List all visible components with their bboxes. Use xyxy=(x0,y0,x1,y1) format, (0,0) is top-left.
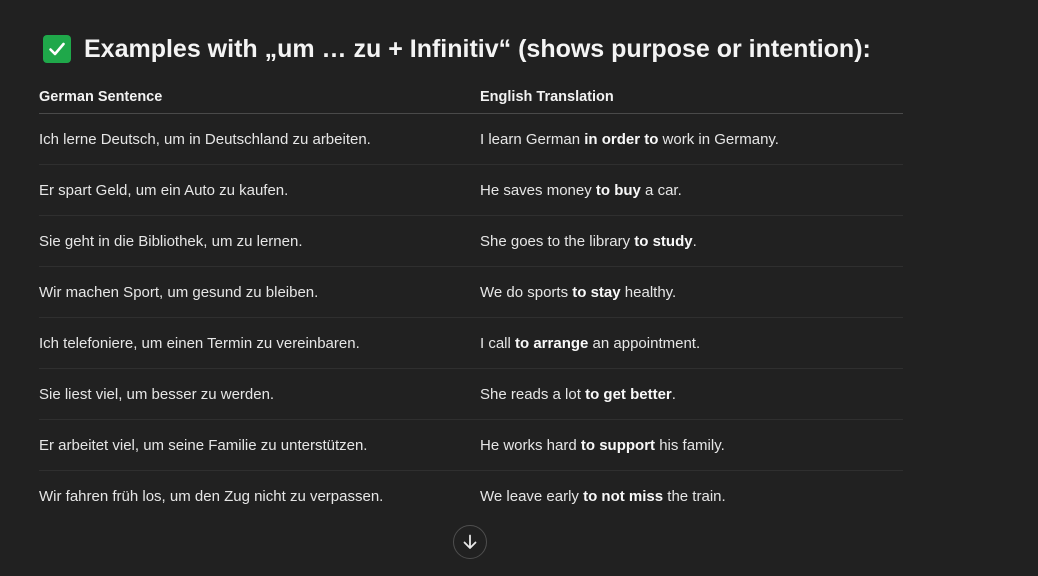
highlighted-phrase: to arrange xyxy=(515,334,589,352)
english-translation-cell: She reads a lot to get better. xyxy=(480,368,903,420)
scroll-down-button[interactable] xyxy=(453,525,487,559)
translation-text: I call xyxy=(480,334,516,352)
german-sentence-cell: Er spart Geld, um ein Auto zu kaufen. xyxy=(39,164,480,216)
translation-text: He saves money xyxy=(480,181,596,199)
highlighted-phrase: to not miss xyxy=(583,487,664,505)
translation-text: She goes to the library xyxy=(480,232,635,250)
translation-text: the train. xyxy=(663,487,726,505)
translation-text: a car. xyxy=(640,181,682,199)
english-translation-cell: I call to arrange an appointment. xyxy=(480,317,903,369)
highlighted-phrase: to stay xyxy=(572,283,621,301)
german-sentence-cell: Sie liest viel, um besser zu werden. xyxy=(39,368,480,420)
german-sentence-cell: Ich telefoniere, um einen Termin zu vere… xyxy=(39,317,480,369)
arrow-down-icon xyxy=(463,534,477,549)
chat-message-content: Examples with „um … zu + Infinitiv“ (sho… xyxy=(39,30,903,521)
column-header-english: English Translation xyxy=(480,80,903,114)
table-row: Sie liest viel, um besser zu werden. She … xyxy=(39,368,903,420)
table-row: Ich telefoniere, um einen Termin zu vere… xyxy=(39,317,903,369)
translation-text: She reads a lot xyxy=(480,385,586,403)
translation-text: an appointment. xyxy=(588,334,701,352)
highlighted-phrase: to buy xyxy=(595,181,641,199)
translation-text: He works hard xyxy=(480,436,581,454)
table-header-row: German Sentence English Translation xyxy=(39,80,903,114)
examples-table: German Sentence English Translation Ich … xyxy=(39,80,903,521)
english-translation-cell: We leave early to not miss the train. xyxy=(480,471,903,522)
english-translation-cell: He works hard to support his family. xyxy=(480,419,903,471)
english-translation-cell: We do sports to stay healthy. xyxy=(480,266,903,318)
table-row: Er arbeitet viel, um seine Familie zu un… xyxy=(39,419,903,471)
column-header-german: German Sentence xyxy=(39,80,480,114)
translation-text: We do sports xyxy=(480,283,573,301)
translation-text: work in Germany. xyxy=(658,130,779,148)
table-row: Wir fahren früh los, um den Zug nicht zu… xyxy=(39,471,903,522)
german-sentence-cell: Er arbeitet viel, um seine Familie zu un… xyxy=(39,419,480,471)
highlighted-phrase: to study xyxy=(634,232,693,250)
section-heading-text: Examples with „um … zu + Infinitiv“ (sho… xyxy=(84,34,871,63)
highlighted-phrase: to support xyxy=(580,436,656,454)
translation-text: . xyxy=(671,385,676,403)
table-row: Sie geht in die Bibliothek, um zu lernen… xyxy=(39,215,903,267)
german-sentence-cell: Wir fahren früh los, um den Zug nicht zu… xyxy=(39,487,384,505)
table-row: Ich lerne Deutsch, um in Deutschland zu … xyxy=(39,113,903,165)
table-body: Ich lerne Deutsch, um in Deutschland zu … xyxy=(39,113,903,522)
german-sentence-cell: Ich lerne Deutsch, um in Deutschland zu … xyxy=(39,113,480,165)
translation-text: We leave early xyxy=(480,487,584,505)
check-mark-button-icon xyxy=(43,35,71,63)
german-sentence-cell: Wir machen Sport, um gesund zu bleiben. xyxy=(39,266,480,318)
translation-text: . xyxy=(692,232,697,250)
table-row: Wir machen Sport, um gesund zu bleiben. W… xyxy=(39,266,903,318)
english-translation-cell: She goes to the library to study. xyxy=(480,215,903,267)
highlighted-phrase: to get better xyxy=(585,385,672,403)
highlighted-phrase: in order to xyxy=(584,130,659,148)
german-sentence-cell: Sie geht in die Bibliothek, um zu lernen… xyxy=(39,215,480,267)
english-translation-cell: I learn German in order to work in Germa… xyxy=(480,113,903,165)
translation-text: his family. xyxy=(655,436,725,454)
section-heading: Examples with „um … zu + Infinitiv“ (sho… xyxy=(43,30,903,68)
english-translation-cell: He saves money to buy a car. xyxy=(480,164,903,216)
table-row: Er spart Geld, um ein Auto zu kaufen. He … xyxy=(39,164,903,216)
translation-text: healthy. xyxy=(620,283,677,301)
translation-text: I learn German xyxy=(480,130,585,148)
